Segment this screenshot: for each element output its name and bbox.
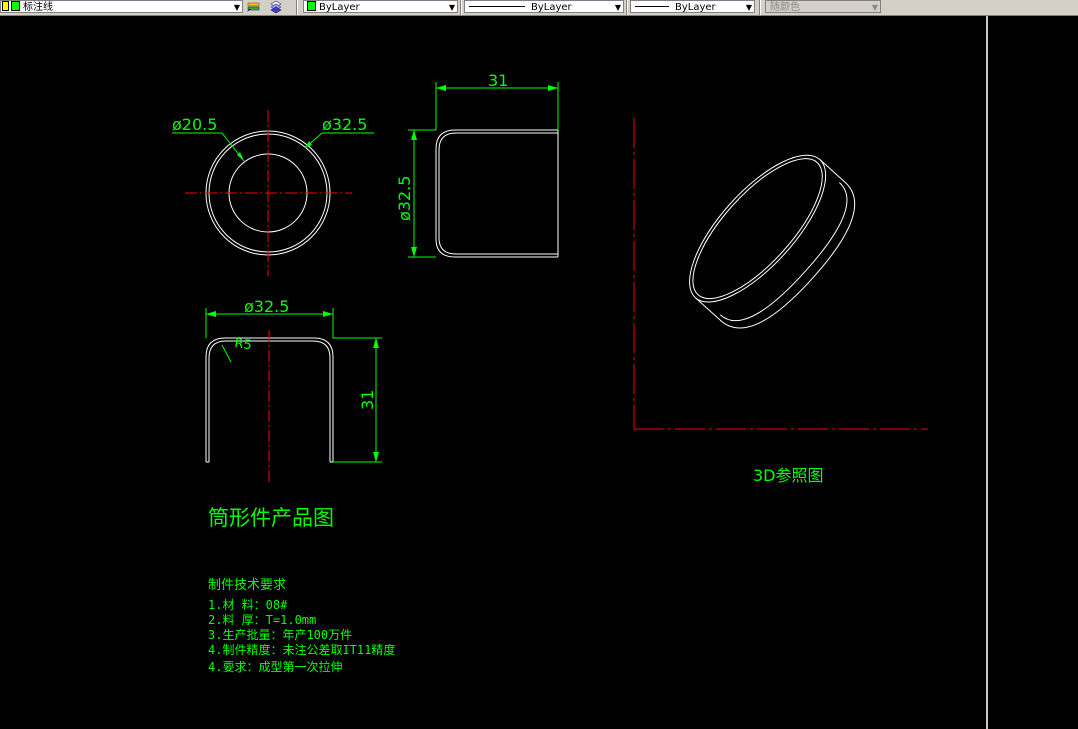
cup-rim-ellipse — [689, 154, 827, 303]
dim-outer-diameter: ø32.5 — [322, 115, 367, 134]
arrowhead-icon — [436, 85, 446, 91]
arrowhead-icon — [548, 85, 558, 91]
dim-side-height: ø32.5 — [395, 176, 414, 221]
dim-front-height: 31 — [358, 390, 377, 410]
drawing-canvas[interactable]: ø20.5 ø32.5 31 ø32.5 ø32.5 R5 31 3D参照图 — [0, 0, 1078, 729]
arrowhead-icon — [323, 311, 333, 317]
side-view: 31 ø32.5 — [395, 71, 559, 258]
requirement-item-1: 1.材 料：08# — [208, 598, 288, 612]
dim-front-width: ø32.5 — [244, 297, 289, 316]
arrowhead-icon — [206, 311, 216, 317]
top-view: ø20.5 ø32.5 — [172, 110, 374, 276]
dim-inner-diameter: ø20.5 — [172, 115, 217, 134]
dim-side-width: 31 — [488, 71, 508, 90]
cup-3d-model — [689, 154, 856, 329]
requirement-item-3: 3.生产批量：年产100万件 — [208, 628, 353, 642]
arrowhead-icon — [411, 130, 417, 140]
arrowhead-icon — [411, 247, 417, 257]
arrowhead-icon — [373, 452, 379, 462]
cup-rim-inner-ellipse — [692, 158, 823, 300]
cup-inner-profile — [438, 132, 558, 255]
dim-radius: R5 — [233, 336, 252, 353]
cup-fillet-line — [720, 182, 848, 322]
requirement-item-5: 4.要求：成型第一次拉伸 — [208, 660, 343, 674]
iso-view: 3D参照图 — [633, 118, 928, 485]
requirements-heading: 制件技术要求 — [208, 578, 287, 593]
requirement-item-4: 4.制件精度：未注公差取IT11精度 — [208, 643, 396, 657]
front-view: ø32.5 R5 31 — [205, 297, 382, 484]
requirement-item-2: 2.料 厚：T=1.0mm — [208, 613, 317, 627]
drawing-title: 筒形件产品图 — [208, 506, 334, 530]
arrowhead-icon — [373, 338, 379, 348]
cup-outer-profile — [435, 129, 558, 258]
leader-line — [221, 344, 232, 363]
iso-view-label: 3D参照图 — [753, 466, 824, 485]
